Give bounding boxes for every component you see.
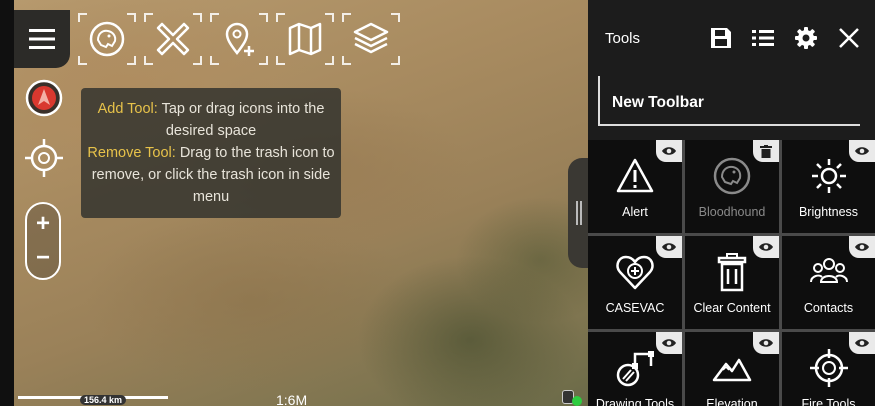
gear-icon [795, 27, 817, 49]
tool-label: Contacts [803, 301, 854, 315]
remove-tool-label: Remove Tool: [87, 145, 176, 161]
map-toolbar [14, 10, 406, 68]
toolbar-slot-add-point[interactable] [210, 13, 268, 65]
tool-tile-elevation[interactable]: Elevation [685, 332, 779, 406]
tool-label: CASEVAC [605, 301, 665, 315]
status-indicator [572, 396, 582, 406]
panel-title: Tools [605, 30, 641, 47]
toolbar-slot-layers[interactable] [342, 13, 400, 65]
elevation-icon [712, 358, 752, 382]
cross-arrows-icon [156, 22, 190, 56]
eye-icon[interactable] [849, 140, 875, 162]
tool-tile-bloodhound[interactable]: Bloodhound [685, 140, 779, 233]
zoom-out-button[interactable]: − [27, 240, 59, 276]
hamburger-menu-icon [29, 29, 55, 49]
alert-icon [616, 158, 654, 193]
tool-label: Elevation [706, 397, 758, 406]
bloodhound-icon [89, 21, 125, 57]
tool-label: Alert [622, 205, 648, 219]
locate-me-button[interactable] [24, 138, 64, 178]
tool-tile-fire-tools[interactable]: Fire Tools [782, 332, 875, 406]
casevac-icon [616, 255, 654, 290]
tool-label: Brightness [798, 205, 859, 219]
zoom-level-label: 1:6M [276, 392, 308, 406]
compass-icon [25, 79, 63, 117]
toolbar-slot-map[interactable] [276, 13, 334, 65]
panel-header: Tools [588, 0, 875, 70]
tool-label: Bloodhound [698, 205, 766, 219]
save-button[interactable] [709, 26, 733, 50]
toolbar-name-field[interactable]: New Toolbar [598, 76, 860, 126]
save-icon [711, 28, 731, 48]
add-point-icon [225, 22, 254, 56]
clear-content-icon [717, 253, 747, 292]
zoom-in-button[interactable]: + [27, 206, 59, 242]
tool-label: Drawing Tools [595, 397, 675, 406]
eye-icon[interactable] [656, 140, 682, 162]
fire-tools-icon [809, 349, 848, 387]
instructions-tooltip: Add Tool: Tap or drag icons into the des… [81, 88, 341, 218]
grip-icon [576, 201, 582, 225]
tool-label: Clear Content [693, 301, 771, 315]
hamburger-menu-button[interactable] [14, 10, 70, 68]
crosshair-icon [25, 139, 63, 177]
status-icon[interactable] [560, 388, 582, 406]
zoom-controls: + − [25, 202, 61, 280]
eye-icon[interactable] [753, 332, 779, 354]
list-icon [752, 30, 774, 46]
scale-label: 156.4 km [80, 395, 127, 405]
tool-tile-clear-content[interactable]: Clear Content [685, 236, 779, 329]
tool-tile-brightness[interactable]: Brightness [782, 140, 875, 233]
tool-tile-casevac[interactable]: CASEVAC [588, 236, 682, 329]
tool-tile-drawing-tools[interactable]: Drawing Tools [588, 332, 682, 406]
list-button[interactable] [751, 26, 775, 50]
eye-icon[interactable] [656, 236, 682, 258]
contacts-icon [809, 258, 848, 283]
map-icon [288, 22, 322, 56]
tool-tile-contacts[interactable]: Contacts [782, 236, 875, 329]
map-view[interactable]: + − Add Tool: Tap or drag icons into the… [0, 0, 588, 406]
add-tool-text: Tap or drag icons into the desired space [157, 101, 325, 139]
map-left-edge [0, 0, 14, 406]
tool-tile-alert[interactable]: Alert [588, 140, 682, 233]
toolbar-slot-bloodhound[interactable] [78, 13, 136, 65]
close-icon [839, 28, 859, 48]
eye-icon[interactable] [753, 236, 779, 258]
toolbar-slot-cross-arrows[interactable] [144, 13, 202, 65]
eye-icon[interactable] [849, 332, 875, 354]
tool-grid: Alert Bloodhound Brightness CASEVAC Clea… [588, 140, 875, 406]
tools-panel: Tools New Toolbar Alert Bloodhound Brigh… [588, 0, 875, 406]
settings-button[interactable] [794, 26, 818, 50]
eye-icon[interactable] [849, 236, 875, 258]
close-button[interactable] [837, 26, 861, 50]
compass-button[interactable] [24, 78, 64, 118]
bloodhound-icon [713, 157, 751, 195]
drawer-handle[interactable] [568, 158, 590, 268]
trash-icon[interactable] [753, 140, 779, 162]
layers-icon [353, 22, 389, 54]
eye-icon[interactable] [656, 332, 682, 354]
tool-label: Fire Tools [801, 397, 856, 406]
brightness-icon [811, 159, 846, 193]
add-tool-label: Add Tool: [97, 101, 158, 117]
drawing-tools-icon [616, 351, 654, 387]
